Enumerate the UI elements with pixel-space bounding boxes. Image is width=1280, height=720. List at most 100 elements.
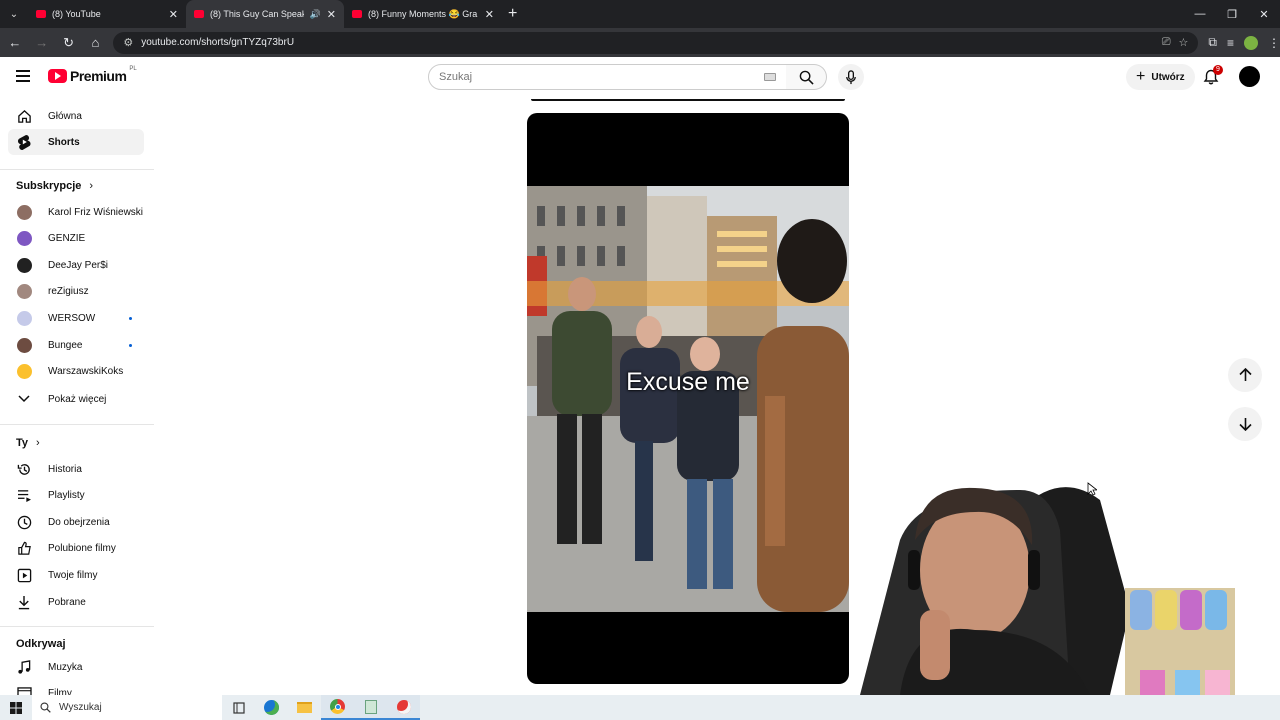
search-icon [799,70,814,85]
close-window-icon[interactable]: ✕ [1248,0,1280,28]
reload-icon[interactable]: ↻ [57,31,81,55]
show-more-button[interactable]: Pokaż więcej [8,386,144,412]
browser-tab[interactable]: (8) YouTube ✕ [28,0,186,28]
taskbar-search-placeholder: Wyszukaj [59,702,102,713]
notifications-button[interactable]: 9 [1203,65,1223,85]
webcam-image [860,487,1235,695]
address-bar[interactable]: ⚙ youtube.com/shorts/gnTYZq73brU ⎚ ☆ [113,31,1199,54]
extensions-icon[interactable]: ⧉ [1208,35,1217,50]
chrome-icon[interactable] [321,695,354,720]
like-icon [16,541,32,557]
watch-later-icon [16,514,32,530]
speaker-icon[interactable]: 🔊 [310,9,321,20]
site-info-icon[interactable]: ⚙ [123,36,133,49]
home-icon [16,108,32,124]
channel-avatar [16,257,32,273]
sidebar-divider [0,169,154,170]
install-app-icon[interactable]: ⎚ [1162,36,1171,49]
sidebar: Główna Shorts Subskrypcje › Pokaż więcej… [0,97,156,695]
sidebar-item-home[interactable]: Główna [8,103,144,129]
subscription-item[interactable]: Bungee [8,332,144,358]
previous-short-button[interactable] [1228,358,1262,392]
edge-icon[interactable] [255,695,288,720]
subscription-item[interactable]: GENZIE [8,226,144,252]
sidebar-item-playlist[interactable]: Playlisty [8,483,144,509]
sidebar-item-label: reZigiusz [48,286,89,298]
menu-icon[interactable] [16,70,30,82]
sidebar-item-music[interactable]: Muzyka [8,654,144,680]
sidebar-item-like[interactable]: Polubione filmy [8,536,144,562]
sidebar-item-history[interactable]: Historia [8,456,144,482]
history-icon [16,461,32,477]
new-tab-icon[interactable]: + [508,5,517,23]
chrome-menu-icon[interactable]: ⋮ [1268,36,1280,50]
sidebar-item-download[interactable]: Pobrane [8,589,144,615]
youtube-favicon-icon [194,10,204,18]
notepad-icon[interactable] [354,695,387,720]
tab-search-button[interactable]: ⌄ [0,0,28,28]
music-icon [16,659,32,675]
search-button[interactable] [786,64,827,90]
youtube-premium-logo[interactable]: Premium PL [48,66,137,84]
account-avatar[interactable] [1239,66,1260,87]
home-icon[interactable]: ⌂ [83,31,107,55]
browser-tab[interactable]: (8) Funny Moments 😂 Gra o p ✕ [344,0,502,28]
browser-tab-active[interactable]: (8) This Guy Can Speak Eve 🔊 ✕ [186,0,344,28]
windows-start-button[interactable] [0,695,32,720]
sidebar-item-label: Główna [48,110,82,122]
sidebar-item-label: GENZIE [48,233,86,245]
media-controls-icon[interactable]: ≡ [1227,36,1234,50]
create-label: Utwórz [1151,71,1185,83]
download-icon [16,594,32,610]
task-view-icon[interactable] [222,695,255,720]
sidebar-item-your-videos[interactable]: Twoje filmy [8,562,144,588]
subscriptions-heading[interactable]: Subskrypcje › [16,180,93,192]
taskbar-search[interactable]: Wyszukaj [32,695,222,720]
sidebar-item-label: Shorts [48,136,80,148]
youtube-favicon-icon [36,10,46,18]
windows-logo-icon [10,701,22,714]
subscription-item[interactable]: WarszawskiKoks [8,359,144,385]
you-heading[interactable]: Ty › [16,437,40,449]
youtube-play-icon [48,69,67,83]
keyboard-icon[interactable] [764,73,776,81]
subscription-item[interactable]: Karol Friz Wiśniewski [8,199,144,225]
sidebar-item-shorts[interactable]: Shorts [8,129,144,155]
subscriptions-title: Subskrypcje [16,180,82,192]
sidebar-item-label: WarszawskiKoks [48,366,124,378]
file-explorer-icon[interactable] [288,695,321,720]
sidebar-item-label: Pokaż więcej [48,393,107,405]
bookmark-star-icon[interactable]: ☆ [1179,36,1189,49]
back-icon[interactable]: ← [3,31,27,55]
video-scene-image [527,186,849,612]
subscription-item[interactable]: reZigiusz [8,279,144,305]
chevron-right-icon: › [36,437,40,449]
sidebar-item-label: Historia [48,463,82,475]
sidebar-divider [0,626,154,627]
sidebar-item-movies[interactable]: Filmy [8,681,144,695]
sidebar-item-label: Polubione filmy [48,543,116,555]
channel-avatar [16,364,32,380]
arrow-up-icon [1238,368,1252,381]
sidebar-item-label: Twoje filmy [48,569,98,581]
browser-toolbar: ← → ↻ ⌂ ⚙ youtube.com/shorts/gnTYZq73brU… [0,28,1280,57]
short-video-player[interactable]: Excuse me [527,113,849,684]
forward-icon[interactable]: → [30,31,54,55]
close-tab-icon[interactable]: ✕ [327,8,336,21]
recording-app-icon[interactable] [387,695,420,720]
channel-avatar [16,337,32,353]
subscription-item[interactable]: WERSOW [8,305,144,331]
close-tab-icon[interactable]: ✕ [485,8,494,21]
voice-search-button[interactable] [838,64,864,90]
profile-avatar[interactable] [1244,35,1259,50]
close-tab-icon[interactable]: ✕ [169,8,178,21]
subscription-item[interactable]: DeeJay Per$i [8,252,144,278]
next-short-button[interactable] [1228,407,1262,441]
create-button[interactable]: + Utwórz [1126,64,1195,90]
sidebar-item-watch-later[interactable]: Do obejrzenia [8,509,144,535]
shorts-icon [16,134,32,150]
search-input[interactable] [439,71,764,83]
channel-avatar [16,231,32,247]
minimize-icon[interactable]: — [1184,0,1216,28]
restore-icon[interactable]: ❐ [1216,0,1248,28]
